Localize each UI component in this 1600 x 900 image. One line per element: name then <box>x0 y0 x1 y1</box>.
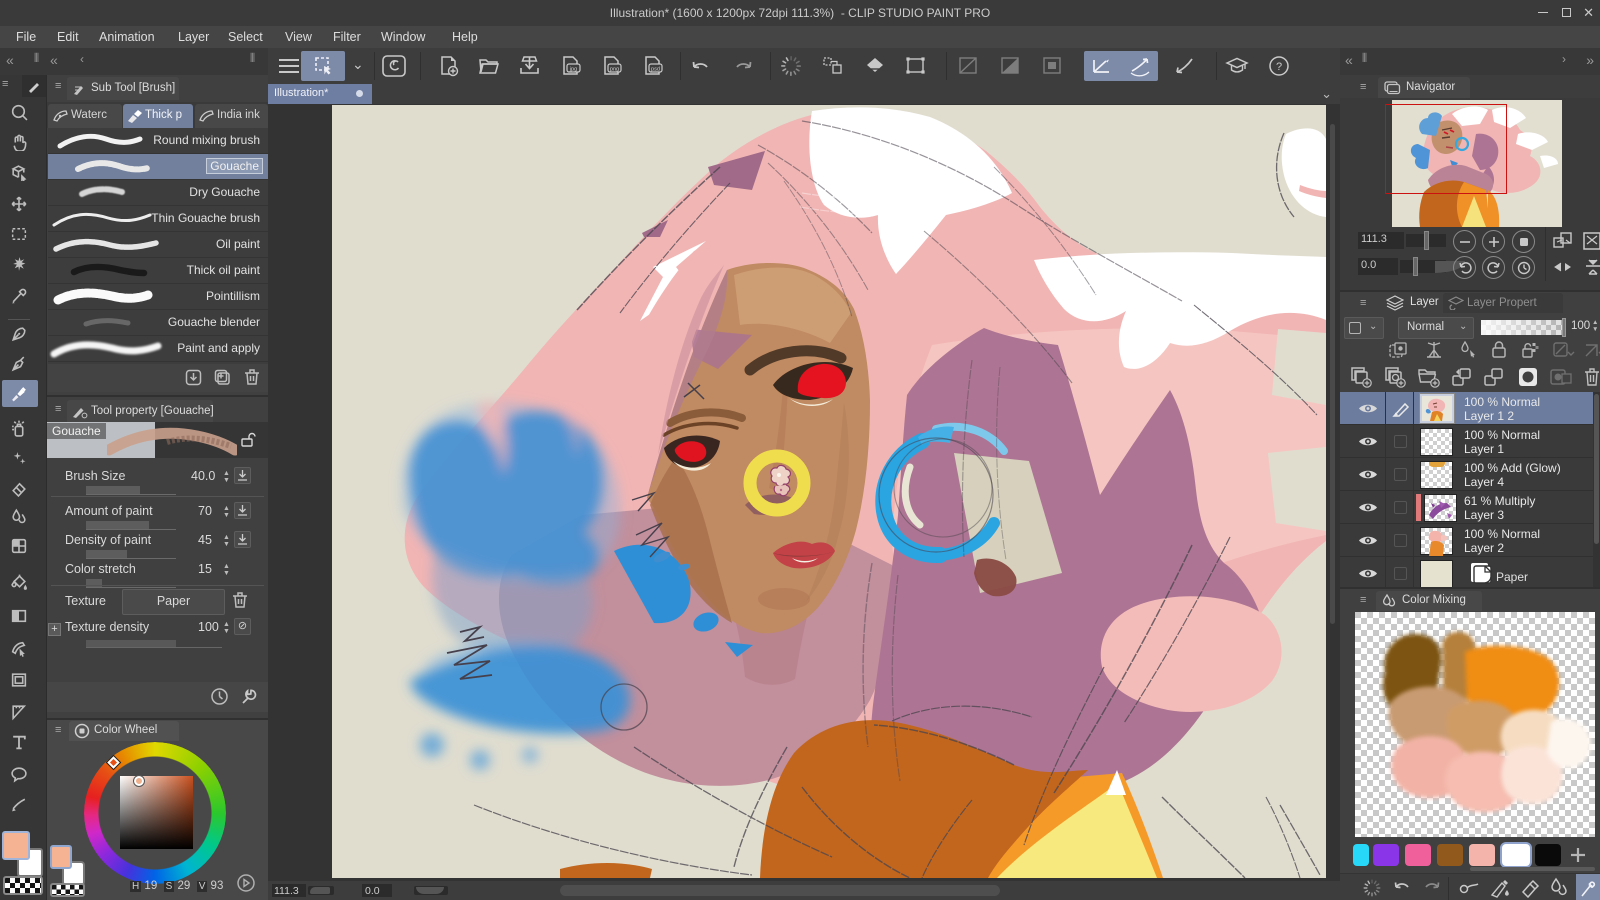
svg-text:jpg: jpg <box>569 66 577 72</box>
svg-text:png: png <box>610 66 619 72</box>
svg-text:?: ? <box>1276 61 1282 73</box>
svg-text:psd: psd <box>651 66 660 72</box>
